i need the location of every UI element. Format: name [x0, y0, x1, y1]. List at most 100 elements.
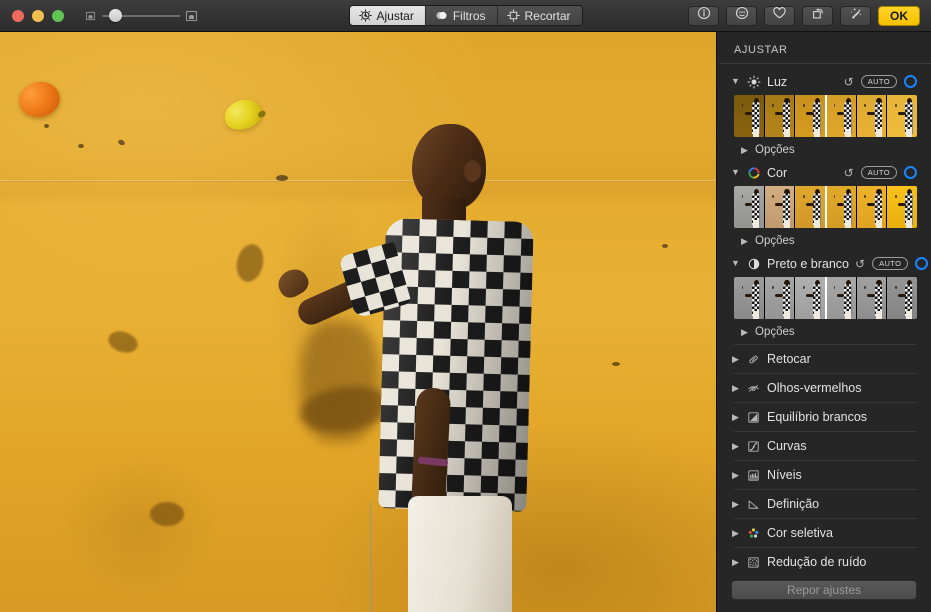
disclosure-triangle-closed-icon[interactable]: ▶ — [740, 328, 749, 337]
reset-icon[interactable]: ↺ — [855, 258, 865, 270]
zoom-slider-knob[interactable] — [109, 9, 122, 22]
strip-thumbnail[interactable] — [734, 95, 765, 137]
disclosure-triangle-closed-icon[interactable]: ▶ — [731, 529, 740, 538]
disclosure-triangle-closed-icon[interactable]: ▶ — [731, 355, 740, 364]
disclosure-triangle-closed-icon[interactable]: ▶ — [731, 384, 740, 393]
cor-preview-strip[interactable] — [734, 186, 917, 228]
preto-e-branco-preview-strip[interactable] — [734, 277, 917, 319]
strip-thumbnail[interactable] — [765, 186, 796, 228]
strip-thumbnail[interactable] — [826, 95, 857, 137]
strip-thumbnail[interactable] — [765, 95, 796, 137]
adjustment-olhos-vermelhos[interactable]: ▶ Olhos-vermelhos — [731, 376, 917, 400]
reset-icon[interactable]: ↺ — [844, 167, 854, 179]
strip-thumbnail[interactable] — [734, 277, 765, 319]
tab-ajustar[interactable]: Ajustar — [349, 6, 425, 25]
adjustment-luz[interactable]: ▼ Luz ↺ AUTO — [731, 70, 917, 93]
adjustment-reducao-de-ruido[interactable]: ▶ — [731, 550, 917, 572]
reset-icon[interactable]: ↺ — [844, 76, 854, 88]
image-canvas[interactable] — [0, 32, 716, 612]
auto-button[interactable]: AUTO — [872, 257, 908, 270]
fruit-shadow — [150, 502, 184, 526]
reset-adjustments-button[interactable]: Repor ajustes — [731, 580, 917, 600]
selective-color-icon — [746, 526, 761, 541]
strip-thumbnail[interactable] — [826, 277, 857, 319]
strip-thumbnail[interactable] — [795, 277, 826, 319]
tab-recortar-label: Recortar — [525, 9, 571, 23]
disclosure-triangle-closed-icon[interactable]: ▶ — [740, 146, 749, 155]
adjustment-curvas[interactable]: ▶ Curvas — [731, 434, 917, 458]
disclosure-triangle-closed-icon[interactable]: ▶ — [731, 500, 740, 509]
luz-options-row[interactable]: ▶ Opções — [731, 140, 917, 160]
close-button[interactable] — [12, 10, 24, 22]
disclosure-triangle-open-icon[interactable]: ▼ — [731, 168, 740, 177]
strip-thumbnail[interactable] — [857, 95, 888, 137]
preto-e-branco-options-row[interactable]: ▶ Opções — [731, 322, 917, 342]
zoom-slider[interactable] — [102, 10, 180, 22]
red-eye-icon — [746, 381, 761, 396]
adjustment-definicao-label: Definição — [767, 497, 819, 511]
info-button[interactable] — [688, 6, 719, 26]
disclosure-triangle-open-icon[interactable]: ▼ — [731, 77, 740, 86]
tab-recortar[interactable]: Recortar — [498, 6, 582, 25]
adjustment-definicao[interactable]: ▶ Definição — [731, 492, 917, 516]
info-icon — [697, 6, 711, 25]
trouser-seam — [370, 502, 372, 612]
cor-options-label: Opções — [755, 235, 795, 247]
luz-preview-strip[interactable] — [734, 95, 917, 137]
adjustment-cor-seletiva[interactable]: ▶ Cor seletiva — [731, 521, 917, 545]
adjustment-preto-e-branco[interactable]: ▼ Preto e branco ↺ AUTO — [731, 252, 917, 275]
strip-thumbnail[interactable] — [734, 186, 765, 228]
wall-speck — [44, 124, 49, 128]
adjustment-retocar-label: Retocar — [767, 352, 811, 366]
color-wheel-icon — [746, 165, 761, 180]
window-controls — [0, 10, 64, 22]
strip-thumbnail[interactable] — [765, 277, 796, 319]
comment-button[interactable] — [726, 6, 757, 26]
strip-thumbnail[interactable] — [887, 277, 917, 319]
strip-thumbnail[interactable] — [857, 186, 888, 228]
adjust-icon — [358, 9, 371, 22]
adjustment-niveis[interactable]: ▶ — [731, 463, 917, 487]
adjustment-cor[interactable]: ▼ Cor ↺ AUTO — [731, 161, 917, 184]
enhance-button[interactable] — [840, 6, 871, 26]
lemon-fruit — [220, 95, 265, 134]
adjustment-retocar[interactable]: ▶ Retocar — [731, 347, 917, 371]
rotate-button[interactable] — [802, 6, 833, 26]
panel-title-divider — [720, 63, 931, 64]
auto-button[interactable]: AUTO — [861, 75, 897, 88]
disclosure-triangle-closed-icon[interactable]: ▶ — [740, 237, 749, 246]
adjustment-olhos-vermelhos-label: Olhos-vermelhos — [767, 381, 861, 395]
favorite-button[interactable] — [764, 6, 795, 26]
enable-toggle[interactable] — [904, 75, 917, 88]
adjustment-luz-label: Luz — [767, 75, 787, 89]
adjustments-list[interactable]: ▼ Luz ↺ AUTO — [717, 70, 931, 572]
adjustment-reducao-de-ruido-label: Redução de ruído — [767, 555, 866, 569]
fruit-shadow — [106, 328, 141, 356]
adjustment-preto-e-branco-controls: ↺ AUTO — [855, 257, 928, 270]
strip-thumbnail[interactable] — [887, 95, 917, 137]
zoom-button[interactable] — [52, 10, 64, 22]
strip-thumbnail[interactable] — [795, 95, 826, 137]
strip-thumbnail[interactable] — [857, 277, 888, 319]
disclosure-triangle-closed-icon[interactable]: ▶ — [731, 413, 740, 422]
ok-button[interactable]: OK — [878, 6, 920, 26]
strip-thumbnail[interactable] — [826, 186, 857, 228]
enable-toggle[interactable] — [915, 257, 928, 270]
disclosure-triangle-closed-icon[interactable]: ▶ — [731, 471, 740, 480]
strip-position-marker — [825, 277, 827, 319]
sun-icon — [746, 74, 761, 89]
disclosure-triangle-closed-icon[interactable]: ▶ — [731, 442, 740, 451]
disclosure-triangle-open-icon[interactable]: ▼ — [731, 259, 740, 268]
auto-button[interactable]: AUTO — [861, 166, 897, 179]
zoom-slider-group — [85, 10, 197, 22]
tab-filtros[interactable]: Filtros — [426, 6, 498, 25]
minimize-button[interactable] — [32, 10, 44, 22]
adjustment-equilibrio-brancos[interactable]: ▶ Equilíbrio brancos — [731, 405, 917, 429]
enable-toggle[interactable] — [904, 166, 917, 179]
cor-options-row[interactable]: ▶ Opções — [731, 231, 917, 251]
adjustment-equilibrio-brancos-label: Equilíbrio brancos — [767, 410, 867, 424]
strip-position-marker — [825, 95, 827, 137]
disclosure-triangle-closed-icon[interactable]: ▶ — [731, 558, 740, 567]
strip-thumbnail[interactable] — [795, 186, 826, 228]
strip-thumbnail[interactable] — [887, 186, 917, 228]
